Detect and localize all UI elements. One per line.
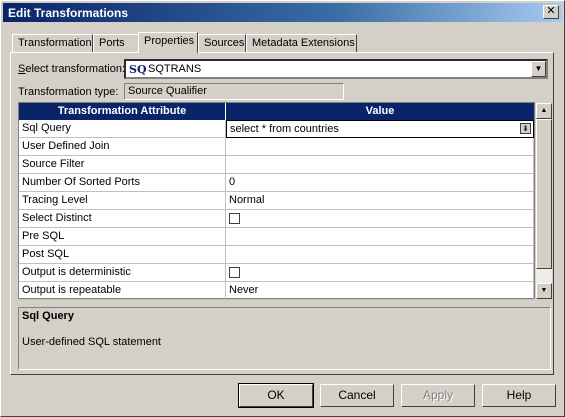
description-title: Sql Query (22, 310, 74, 322)
table-row[interactable]: Select Distinct (19, 210, 536, 228)
table-row[interactable]: Tracing Level Normal (19, 192, 536, 210)
column-header-value[interactable]: Value (226, 103, 534, 120)
scroll-down-icon[interactable]: ▼ (536, 283, 552, 299)
table-row[interactable]: Number Of Sorted Ports 0 (19, 174, 536, 192)
value-text: Never (229, 284, 259, 296)
ok-button[interactable]: OK (238, 383, 314, 408)
help-button[interactable]: Help (482, 384, 556, 407)
selected-transformation: SQTRANS (148, 63, 202, 75)
value-cell[interactable]: Normal (226, 192, 534, 210)
attribute-cell[interactable]: Source Filter (19, 156, 226, 174)
checkbox[interactable] (229, 213, 240, 224)
value-text: 0 (229, 176, 236, 188)
description-text: User-defined SQL statement (22, 336, 161, 348)
scroll-up-icon[interactable]: ▲ (536, 103, 552, 119)
attribute-cell[interactable]: Sql Query (19, 120, 226, 138)
value-cell[interactable]: select * from countries ⇟ (226, 120, 534, 138)
chevron-down-icon[interactable]: ▼ (531, 61, 546, 77)
attribute-cell[interactable]: User Defined Join (19, 138, 226, 156)
value-cell[interactable] (226, 228, 534, 246)
value-cell[interactable]: 0 (226, 174, 534, 192)
tab-sources[interactable]: Sources (198, 34, 246, 52)
table-row[interactable]: Post SQL (19, 246, 536, 264)
label-rest: elect transformation: (25, 63, 125, 75)
attribute-cell[interactable]: Post SQL (19, 246, 226, 264)
properties-grid: Transformation Attribute Value Sql Query… (18, 102, 536, 300)
table-row[interactable]: User Defined Join (19, 138, 536, 156)
value-cell[interactable]: Never (226, 282, 534, 300)
apply-button[interactable]: Apply (401, 384, 475, 407)
tab-metadata-extensions[interactable]: Metadata Extensions (246, 34, 357, 52)
attribute-cell[interactable]: Tracing Level (19, 192, 226, 210)
cancel-button[interactable]: Cancel (320, 384, 394, 407)
value-cell[interactable] (226, 246, 534, 264)
open-editor-icon[interactable]: ⇟ (520, 123, 531, 134)
close-button[interactable]: ✕ (543, 5, 559, 19)
value-text: select * from countries (230, 123, 339, 135)
value-cell[interactable] (226, 210, 534, 228)
select-transformation-label: Select transformation: (18, 63, 125, 75)
attribute-cell[interactable]: Select Distinct (19, 210, 226, 228)
value-cell[interactable] (226, 156, 534, 174)
window-title: Edit Transformations (8, 6, 129, 20)
table-row[interactable]: Pre SQL (19, 228, 536, 246)
checkbox[interactable] (229, 267, 240, 278)
table-row[interactable]: Output is deterministic (19, 264, 536, 282)
tab-properties[interactable]: Properties (138, 32, 198, 53)
value-cell[interactable] (226, 264, 534, 282)
title-bar[interactable]: Edit Transformations ✕ (3, 3, 562, 22)
table-row[interactable]: Sql Query select * from countries ⇟ (19, 120, 536, 138)
transformation-type-value: Source Qualifier (124, 83, 344, 100)
tab-ports[interactable]: Ports (93, 34, 140, 52)
transformation-type-label: Transformation type: (18, 86, 119, 98)
sq-transformation-icon: SQ (129, 63, 147, 76)
table-row[interactable]: Output is repeatable Never (19, 282, 536, 300)
value-cell[interactable] (226, 138, 534, 156)
attribute-cell[interactable]: Output is deterministic (19, 264, 226, 282)
tab-transformation[interactable]: Transformation (12, 34, 93, 52)
column-header-attribute[interactable]: Transformation Attribute (19, 103, 226, 120)
attribute-cell[interactable]: Pre SQL (19, 228, 226, 246)
attribute-cell[interactable]: Output is repeatable (19, 282, 226, 300)
description-panel: Sql Query User-defined SQL statement (18, 307, 551, 370)
select-transformation-dropdown[interactable]: SQ SQTRANS ▼ (124, 59, 548, 79)
value-text: Normal (229, 194, 265, 206)
grid-scrollbar[interactable]: ▲ ▼ (536, 103, 552, 299)
attribute-cell[interactable]: Number Of Sorted Ports (19, 174, 226, 192)
scroll-thumb[interactable] (536, 119, 552, 269)
table-row[interactable]: Source Filter (19, 156, 536, 174)
